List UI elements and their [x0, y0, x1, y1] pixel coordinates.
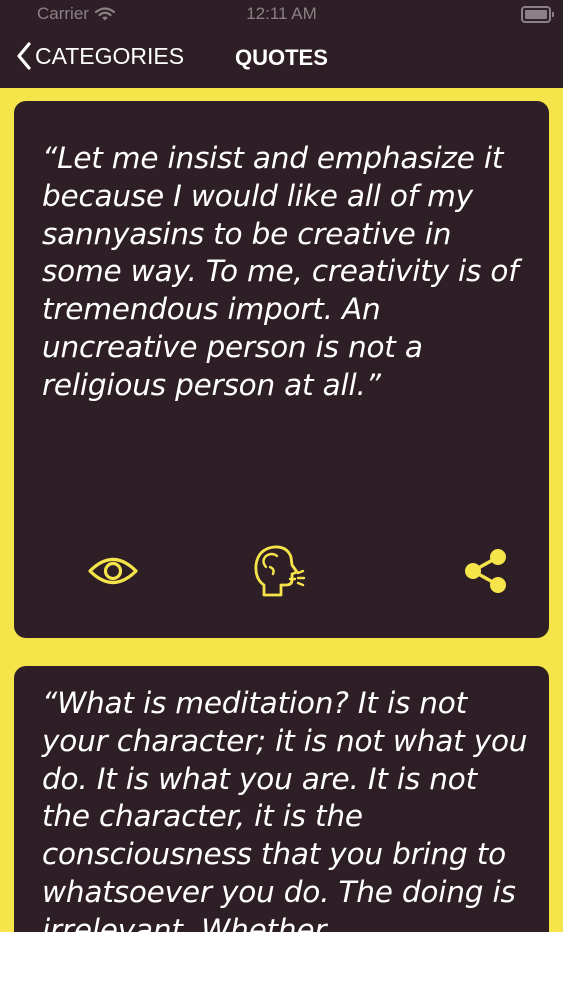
- chevron-left-icon: [17, 42, 31, 70]
- speaking-head-icon: [254, 545, 306, 597]
- eye-icon: [88, 557, 138, 585]
- navigation-bar: CATEGORIES QUOTES: [0, 30, 563, 88]
- status-time: 12:11 AM: [246, 4, 317, 23]
- quote-text: “What is meditation? It is not your char…: [42, 686, 528, 932]
- back-button[interactable]: CATEGORIES: [16, 42, 184, 70]
- page-title: QUOTES: [235, 45, 328, 70]
- quote-card: “What is meditation? It is not your char…: [14, 666, 549, 932]
- view-quote-button[interactable]: [85, 543, 141, 599]
- battery-icon: [521, 6, 554, 23]
- back-button-label: CATEGORIES: [35, 42, 185, 69]
- quotes-list[interactable]: “Let me insist and emphasize it because …: [0, 88, 563, 932]
- share-quote-button[interactable]: [458, 543, 514, 599]
- app-screen: Carrier 12:11 AM CATEGORIES QUOTES “Let …: [0, 0, 563, 932]
- status-bar: Carrier 12:11 AM: [0, 0, 563, 30]
- share-icon: [465, 549, 506, 593]
- speak-quote-button[interactable]: [250, 543, 306, 599]
- quote-card: “Let me insist and emphasize it because …: [14, 101, 549, 638]
- quote-text: “Let me insist and emphasize it because …: [42, 141, 519, 402]
